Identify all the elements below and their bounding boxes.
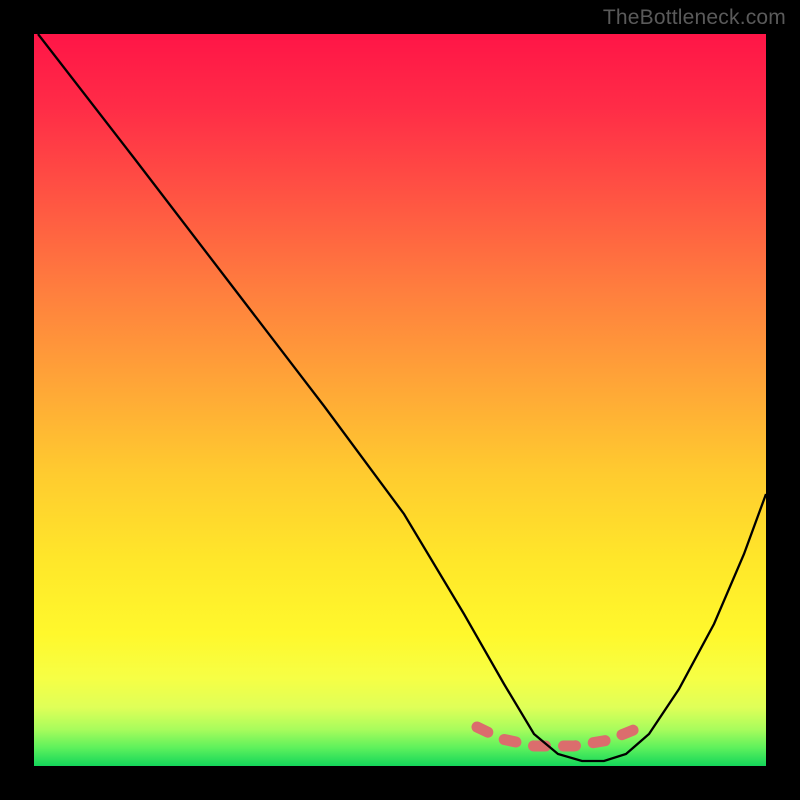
curve-overlay — [34, 34, 766, 766]
bottleneck-curve-line — [38, 34, 766, 761]
page-root: TheBottleneck.com — [0, 0, 800, 800]
chart-area — [34, 34, 766, 766]
valley-highlight-dash — [477, 727, 636, 746]
watermark-text: TheBottleneck.com — [603, 6, 786, 30]
